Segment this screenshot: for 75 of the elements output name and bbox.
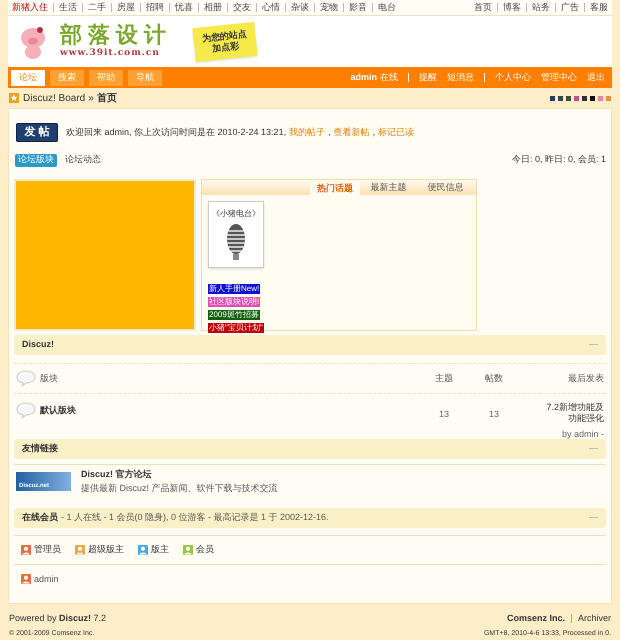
- breadcrumb-link[interactable]: Discuz! Board: [23, 90, 86, 106]
- style-swatch[interactable]: [582, 96, 587, 100]
- microphone-icon: [225, 223, 247, 261]
- breadcrumb-current: 首页: [96, 92, 117, 106]
- top-link[interactable]: 电台: [378, 0, 396, 14]
- style-swatch[interactable]: [590, 96, 595, 100]
- column-header: 主题: [434, 372, 454, 385]
- post-count: 13: [488, 408, 500, 421]
- style-swatch[interactable]: [606, 96, 611, 100]
- forum-name[interactable]: 默认版块: [40, 404, 76, 418]
- site-link[interactable]: Discuz! 官方论坛: [81, 468, 278, 482]
- archiver-link[interactable]: Archiver: [578, 612, 611, 626]
- column-header: 版块: [40, 372, 58, 385]
- style-swatch[interactable]: [550, 96, 555, 100]
- online-status: 在线: [380, 70, 398, 84]
- top-link[interactable]: 交友: [233, 0, 251, 14]
- section-title: 友情链接: [22, 442, 58, 456]
- speech-bubble-icon: [16, 402, 36, 419]
- legend-label: 管理员: [34, 543, 61, 556]
- panel-tab[interactable]: 最新主题: [360, 180, 417, 195]
- sticky-note: 为您的站点 加点彩: [192, 21, 258, 62]
- tag-link[interactable]: 社区版块说明!: [208, 297, 260, 307]
- style-swatch[interactable]: [598, 96, 603, 100]
- powered-by-text: Powered by Discuz! 7.2: [9, 612, 106, 625]
- style-swatch[interactable]: [558, 96, 563, 100]
- top-link[interactable]: 房屋: [117, 0, 135, 14]
- card-caption: 《小猪电台》: [212, 208, 260, 220]
- welcome-text: 欢迎回来 admin, 你上次访问时间是在 2010-2-24 13:21,: [66, 126, 286, 139]
- top-link[interactable]: 招聘: [146, 0, 164, 14]
- top-link[interactable]: 博客: [503, 0, 521, 14]
- style-swatch[interactable]: [574, 96, 579, 100]
- comma-text: ,: [372, 126, 376, 139]
- company-link[interactable]: Comsenz Inc.: [506, 612, 565, 626]
- radio-card[interactable]: 《小猪电台》: [208, 201, 264, 268]
- section-title: 在线会员: [22, 511, 58, 524]
- logo-url: www.39it.com.cn: [60, 46, 161, 60]
- top-link[interactable]: 宠物: [320, 0, 338, 14]
- view-tab[interactable]: 论坛动态: [65, 153, 101, 167]
- section-title: Discuz!: [22, 338, 54, 352]
- site-description: 提供最新 Discuz! 产品新闻、软件下载与技术交流: [81, 482, 278, 494]
- style-swatch[interactable]: [566, 96, 571, 100]
- top-link[interactable]: 杂谈: [291, 0, 309, 14]
- home-star-icon: [9, 93, 19, 103]
- panel-tab[interactable]: 热门话题: [310, 182, 360, 195]
- top-link[interactable]: 影音: [349, 0, 367, 14]
- top-link[interactable]: 首页: [474, 0, 492, 14]
- comma-text: ,: [328, 126, 331, 139]
- forum-stats: 今日: 0, 昨日: 0, 会员: 1: [512, 153, 606, 166]
- online-summary: - 1 人在线 - 1 会员(0 隐身), 0 位游客 - 最高记录是 1 于 2002-12-16.: [61, 511, 329, 524]
- top-link[interactable]: 广告: [561, 0, 579, 14]
- top-link[interactable]: 客服: [590, 0, 608, 14]
- legend-label: 会员: [196, 543, 214, 556]
- column-header: 最后发表: [567, 372, 604, 385]
- online-user-link[interactable]: admin: [34, 572, 59, 586]
- last-post-author: by admin -: [562, 428, 604, 441]
- panel-tab[interactable]: 便民信息: [417, 180, 474, 195]
- post-button[interactable]: 发 帖: [16, 123, 58, 142]
- last-post-link[interactable]: 7.2新增功能及功能强化: [539, 402, 604, 424]
- tag-link[interactable]: 新人手册New!: [208, 284, 260, 294]
- top-link[interactable]: 相册: [204, 0, 222, 14]
- column-header: 帖数: [484, 372, 504, 385]
- breadcrumb-separator: »: [88, 92, 94, 106]
- tag-link[interactable]: 2009斑竹招募: [208, 310, 260, 320]
- top-link[interactable]: 新猪入住: [12, 0, 48, 14]
- topic-count: 13: [438, 408, 450, 421]
- legend-label: 版主: [151, 543, 169, 556]
- legend-label: 超级版主: [88, 543, 124, 556]
- speech-bubble-icon: [16, 370, 36, 387]
- tag-link[interactable]: 小猪"宝贝计划": [208, 323, 264, 333]
- logo-title: 部落设计: [60, 22, 172, 47]
- top-link[interactable]: 站务: [532, 0, 550, 14]
- top-link[interactable]: 生活: [59, 0, 77, 14]
- top-link[interactable]: 二手: [88, 0, 106, 14]
- top-link[interactable]: 忧喜: [175, 0, 193, 14]
- top-link[interactable]: 心情: [262, 0, 280, 14]
